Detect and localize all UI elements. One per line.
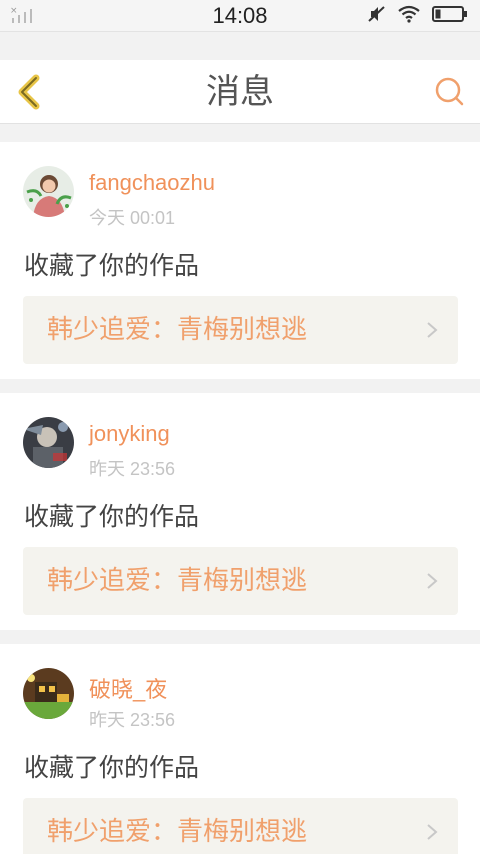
- message-username[interactable]: fangchaozhu: [89, 170, 215, 196]
- search-button[interactable]: [432, 74, 468, 110]
- chevron-right-icon: [427, 573, 438, 589]
- message-list: fangchaozhu 今天 00:01 收藏了你的作品 韩少追爱：青梅别想逃: [0, 142, 480, 854]
- work-title: 韩少追爱：青梅别想逃: [47, 566, 308, 596]
- nav-header: 消息: [0, 60, 480, 124]
- message-username[interactable]: jonyking: [89, 421, 170, 447]
- work-title: 韩少追爱：青梅别想逃: [47, 817, 308, 847]
- page-title: 消息: [206, 72, 274, 112]
- work-title: 韩少追爱：青梅别想逃: [47, 315, 308, 345]
- work-link[interactable]: 韩少追爱：青梅别想逃: [23, 296, 458, 364]
- work-link[interactable]: 韩少追爱：青梅别想逃: [23, 547, 458, 615]
- message-username[interactable]: 破晓_夜: [89, 672, 167, 704]
- avatar[interactable]: [23, 668, 74, 719]
- status-bar: × 14:08: [0, 0, 480, 32]
- wifi-icon: [398, 5, 420, 27]
- work-link[interactable]: 韩少追爱：青梅别想逃: [23, 798, 458, 854]
- chevron-right-icon: [427, 824, 438, 840]
- message-action: 收藏了你的作品: [24, 753, 200, 782]
- page: × 14:08 消息 fangchaozhu 今天 00:01 收藏了你的作品 …: [0, 0, 480, 854]
- message-action: 收藏了你的作品: [24, 251, 200, 280]
- message-item: fangchaozhu 今天 00:01 收藏了你的作品 韩少追爱：青梅别想逃: [0, 142, 480, 379]
- message-action: 收藏了你的作品: [24, 502, 200, 531]
- avatar[interactable]: [23, 166, 74, 217]
- mute-icon: [368, 5, 386, 27]
- message-item: jonyking 昨天 23:56 收藏了你的作品 韩少追爱：青梅别想逃: [0, 393, 480, 630]
- message-item: 破晓_夜 昨天 23:56 收藏了你的作品 韩少追爱：青梅别想逃: [0, 644, 480, 854]
- message-time: 昨天 23:56: [89, 710, 176, 730]
- battery-icon: [432, 6, 468, 26]
- avatar[interactable]: [23, 417, 74, 468]
- message-time: 昨天 23:56: [89, 459, 176, 479]
- message-time: 今天 00:01: [89, 208, 176, 228]
- status-icons: [356, 5, 468, 27]
- search-icon: [435, 77, 464, 106]
- chevron-right-icon: [427, 322, 438, 338]
